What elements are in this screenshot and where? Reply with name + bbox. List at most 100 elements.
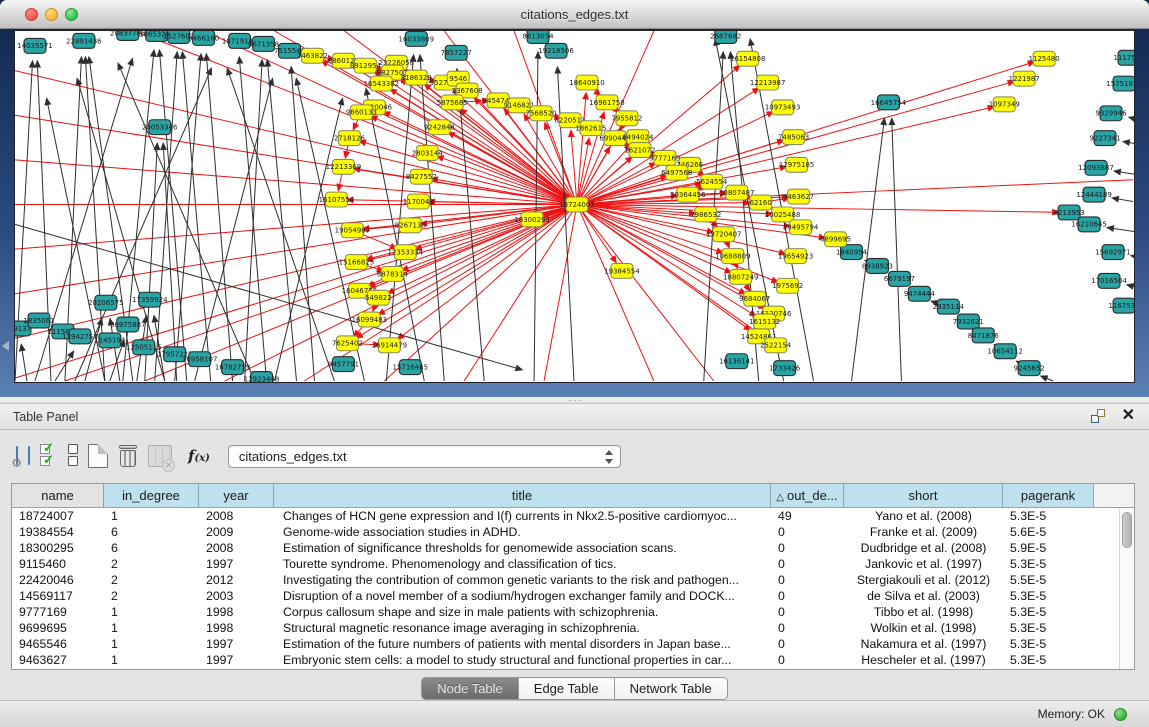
graph-node[interactable]: 62160 bbox=[750, 195, 772, 210]
graph-node[interactable]: 12213369 bbox=[326, 159, 362, 174]
scrollbar-thumb[interactable] bbox=[1122, 512, 1132, 548]
graph-node[interactable]: 5875685 bbox=[437, 95, 468, 110]
table-row[interactable]: 911546021997Tourette syndrome. Phenomeno… bbox=[12, 556, 1134, 572]
graph-node[interactable]: 9245652 bbox=[1014, 361, 1045, 376]
graph-node[interactable]: 16914479 bbox=[372, 338, 408, 353]
graph-node[interactable]: 1125480 bbox=[1029, 51, 1060, 66]
graph-node[interactable]: 2718126 bbox=[334, 131, 365, 146]
graph-node[interactable]: 12093887 bbox=[1078, 160, 1114, 175]
panel-collapse-arrow-icon[interactable] bbox=[2, 341, 9, 351]
graph-node[interactable]: 18640910 bbox=[569, 75, 605, 90]
graph-node[interactable]: 8938923 bbox=[862, 259, 893, 274]
graph-node[interactable]: 15751874 bbox=[1106, 76, 1134, 91]
graph-node[interactable]: 7463822 bbox=[297, 48, 328, 63]
graph-node[interactable]: 1975692 bbox=[772, 278, 803, 293]
select-rows-icon[interactable]: ✓✓ bbox=[40, 444, 58, 468]
column-header-out-degree[interactable]: △out_de... bbox=[771, 484, 844, 508]
graph-node[interactable]: 10688809 bbox=[715, 249, 751, 264]
graph-node[interactable]: 19654923 bbox=[778, 249, 814, 264]
graph-node[interactable]: 12444189 bbox=[1076, 187, 1112, 202]
graph-node[interactable]: 17016504 bbox=[1091, 273, 1127, 288]
graph-node[interactable]: 1097349 bbox=[989, 97, 1020, 112]
graph-node[interactable]: 2522154 bbox=[760, 338, 792, 353]
column-header-in-degree[interactable]: in_degree bbox=[104, 484, 199, 508]
column-visibility-icon[interactable] bbox=[28, 447, 30, 465]
graph-node[interactable]: 7932621 bbox=[953, 314, 984, 329]
graph-node[interactable]: 6497568 bbox=[661, 165, 692, 180]
graph-node[interactable]: 7857227 bbox=[441, 45, 472, 60]
graph-node[interactable]: 12975185 bbox=[779, 157, 815, 172]
graph-node[interactable]: 2803144 bbox=[412, 146, 444, 161]
column-header-pagerank[interactable]: pagerank bbox=[1003, 484, 1094, 508]
graph-node[interactable]: 7568520 bbox=[526, 106, 557, 121]
table-vertical-scrollbar[interactable] bbox=[1119, 509, 1134, 669]
graph-node[interactable]: 16154808 bbox=[730, 51, 766, 66]
table-row[interactable]: 977716911998Corpus callosum shape and si… bbox=[12, 604, 1134, 620]
close-panel-icon[interactable]: ✕ bbox=[1122, 408, 1135, 423]
graph-node[interactable]: 17359924 bbox=[132, 292, 168, 307]
graph-node[interactable]: 16136141 bbox=[719, 354, 755, 369]
graph-node[interactable]: 1835061 bbox=[23, 313, 54, 328]
graph-node[interactable]: 8466160 bbox=[188, 31, 219, 45]
memory-ok-indicator[interactable] bbox=[1114, 708, 1127, 721]
graph-node[interactable]: 16033809 bbox=[399, 31, 435, 46]
graph-node[interactable]: 549822 bbox=[365, 290, 392, 305]
table-row[interactable]: 946554611997Estimation of the future num… bbox=[12, 636, 1134, 652]
window-titlebar[interactable]: citations_edges.txt bbox=[0, 0, 1149, 29]
table-settings-icon[interactable]: ⚙ bbox=[16, 447, 18, 465]
graph-node[interactable]: 10973493 bbox=[765, 100, 801, 115]
tab-edge-table[interactable]: Edge Table bbox=[519, 677, 615, 700]
tab-node-table[interactable]: Node Table bbox=[421, 677, 519, 700]
graph-node[interactable]: 9684067 bbox=[739, 291, 770, 306]
table-row[interactable]: 1872400712008Changes of HCN gene express… bbox=[12, 508, 1134, 524]
table-row[interactable]: 969969511998Structural magnetic resonanc… bbox=[12, 620, 1134, 636]
graph-node[interactable]: 1615132 bbox=[749, 314, 780, 329]
column-header-year[interactable]: year bbox=[199, 484, 274, 508]
table-row[interactable]: 1456911722003Disruption of a novel membe… bbox=[12, 588, 1134, 604]
tab-network-table[interactable]: Network Table bbox=[615, 677, 728, 700]
graph-node[interactable]: 10654112 bbox=[987, 344, 1023, 359]
graph-node[interactable]: 1862615 bbox=[575, 121, 606, 136]
table-row[interactable]: 946362711997Embryonic stem cells: a mode… bbox=[12, 652, 1134, 668]
graph-node[interactable]: 5624554 bbox=[696, 174, 728, 189]
column-header-short[interactable]: short bbox=[844, 484, 1003, 508]
graph-node[interactable]: 1167533 bbox=[1108, 298, 1134, 313]
graph-node[interactable]: 7485063 bbox=[778, 130, 809, 145]
graph-node[interactable]: 30975887 bbox=[110, 317, 146, 332]
graph-node[interactable]: 7986532 bbox=[690, 207, 721, 222]
graph-node[interactable]: 15692971 bbox=[1095, 245, 1131, 260]
column-header-title[interactable]: title bbox=[274, 484, 771, 508]
graph-node[interactable]: 1733426 bbox=[769, 361, 800, 376]
graph-node[interactable]: 9227341 bbox=[1090, 131, 1121, 146]
delete-table-icon[interactable] bbox=[118, 444, 138, 468]
graph-node[interactable]: 8186328 bbox=[401, 70, 432, 85]
graph-node[interactable]: 9242848 bbox=[424, 120, 455, 135]
graph-node[interactable]: 19218506 bbox=[538, 43, 574, 58]
graph-node[interactable]: 8267130 bbox=[395, 218, 426, 233]
graph-node[interactable]: 7625402 bbox=[332, 336, 363, 351]
graph-node[interactable]: 6679197 bbox=[884, 271, 915, 286]
graph-node[interactable]: 1145194 bbox=[94, 333, 126, 348]
graph-node[interactable]: 22891436 bbox=[66, 33, 102, 48]
graph-node[interactable]: 19384554 bbox=[604, 264, 640, 279]
graph-node[interactable]: 9329946 bbox=[1096, 106, 1127, 121]
column-header-name[interactable]: name bbox=[12, 484, 104, 508]
graph-node[interactable]: 8613054 bbox=[523, 31, 555, 43]
graph-node[interactable]: 1170043 bbox=[403, 194, 434, 209]
graph-node[interactable]: 16961758 bbox=[589, 95, 625, 110]
graph-node[interactable]: 8878314 bbox=[377, 266, 409, 281]
graph-node[interactable]: 9463627 bbox=[783, 189, 814, 204]
network-canvas[interactable]: 1403557122891436208377851065328715276028… bbox=[14, 30, 1135, 383]
table-select-dropdown[interactable]: citations_edges.txt bbox=[228, 445, 621, 468]
new-table-icon[interactable] bbox=[88, 444, 108, 468]
graph-node[interactable]: 2687682 bbox=[710, 31, 741, 43]
split-divider[interactable] bbox=[0, 397, 1149, 404]
graph-node[interactable]: 19720407 bbox=[706, 227, 742, 242]
graph-node[interactable]: 14035571 bbox=[17, 38, 53, 53]
graph-node[interactable]: 8471876 bbox=[968, 328, 999, 343]
graph-node[interactable]: 9457791 bbox=[328, 357, 359, 372]
graph-node[interactable]: 1117534 bbox=[1113, 50, 1134, 65]
table-row[interactable]: 2242004622012Investigating the contribut… bbox=[12, 572, 1134, 588]
graph-node[interactable]: 7955812 bbox=[611, 111, 642, 126]
graph-node[interactable]: 12923448 bbox=[244, 372, 280, 382]
